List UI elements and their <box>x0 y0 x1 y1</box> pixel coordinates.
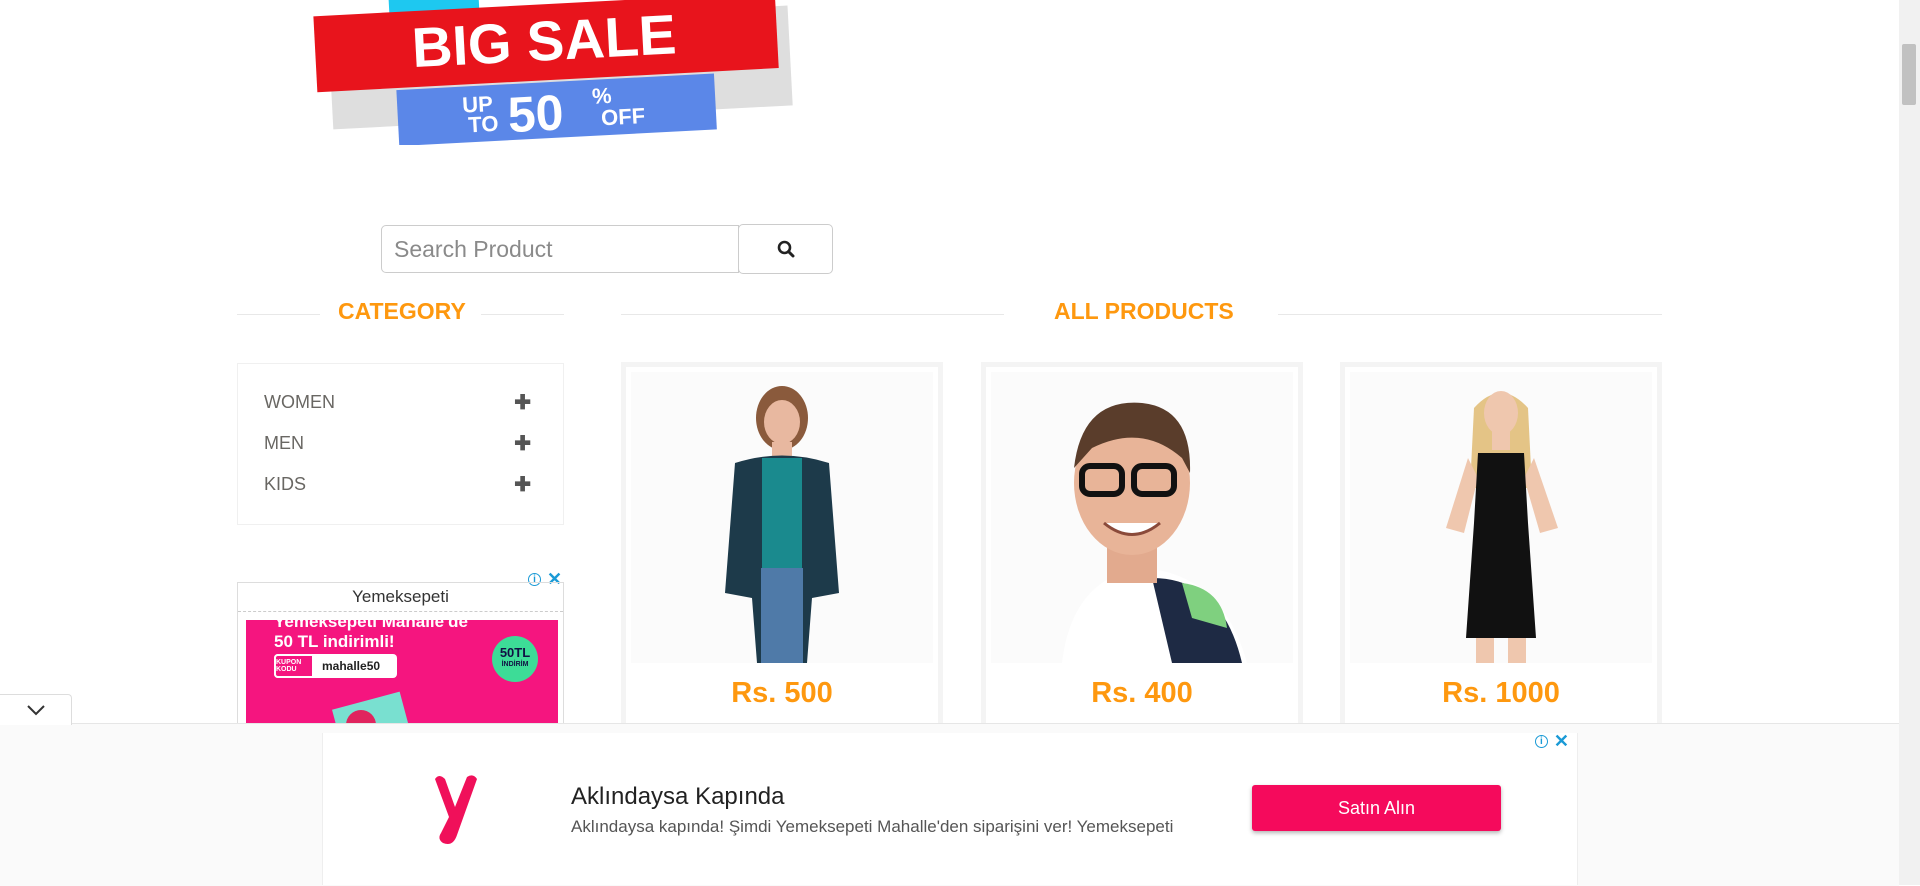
info-icon[interactable]: i <box>1534 734 1548 748</box>
svg-text:OFF: OFF <box>600 103 645 130</box>
close-icon[interactable]: ✕ <box>1554 732 1569 750</box>
product-card[interactable]: Rs. 500 <box>621 362 943 732</box>
yemeksepeti-logo-icon <box>435 775 477 844</box>
buy-button[interactable]: Satın Alın <box>1252 785 1501 831</box>
ad-headline-2: 50 TL indirimli! <box>274 632 395 651</box>
product-price: Rs. 400 <box>1091 677 1193 709</box>
category-title: CATEGORY <box>338 297 466 324</box>
ad-description: Aklındaysa kapında! Şimdi Yemeksepeti Ma… <box>571 817 1174 836</box>
coupon-box: KUPON KODU mahalle50 <box>274 654 397 678</box>
divider <box>481 314 564 315</box>
discount-badge: 50TL İNDİRİM <box>492 636 538 682</box>
side-ad-creative[interactable]: Yemeksepeti Mahalle'de 50 TL indirimli! … <box>246 612 558 725</box>
search-icon <box>777 240 794 258</box>
all-products-title: ALL PRODUCTS <box>1054 297 1234 324</box>
ad-headline-1: Yemeksepeti Mahalle'de <box>274 612 468 631</box>
ad-title[interactable]: Aklındaysa Kapında <box>571 783 784 811</box>
product-card[interactable]: Rs. 1000 <box>1340 362 1662 732</box>
big-sale-banner: BIG SALE UP TO 50 % OFF <box>313 0 793 145</box>
scrollbar-thumb[interactable] <box>1902 44 1916 105</box>
collapse-ad-button[interactable] <box>0 694 72 725</box>
product-image[interactable] <box>991 372 1293 663</box>
plus-icon[interactable]: ✚ <box>514 390 531 415</box>
divider <box>237 314 320 315</box>
product-card[interactable]: Rs. 400 <box>981 362 1303 732</box>
category-item-kids[interactable]: KIDS ✚ <box>264 469 531 499</box>
man-glasses-image <box>1062 402 1247 663</box>
scrollbar[interactable] <box>1899 0 1920 885</box>
product-image[interactable] <box>1350 372 1652 663</box>
plus-icon[interactable]: ✚ <box>514 431 531 456</box>
divider <box>621 314 1004 315</box>
category-item-women[interactable]: WOMEN ✚ <box>264 387 531 417</box>
svg-text:TO: TO <box>468 111 499 138</box>
search-bar <box>381 224 833 274</box>
woman-black-dress-image <box>1446 391 1558 663</box>
coupon-label: KUPON KODU <box>274 654 314 678</box>
category-list: WOMEN ✚ MEN ✚ KIDS ✚ <box>237 363 564 525</box>
chevron-down-icon <box>26 705 45 716</box>
category-item-men[interactable]: MEN ✚ <box>264 428 531 458</box>
plus-icon[interactable]: ✚ <box>514 472 531 497</box>
search-input[interactable] <box>381 225 739 273</box>
ad-controls: i ✕ <box>1534 732 1569 750</box>
side-ad[interactable]: Yemeksepeti Yemeksepeti Mahalle'de 50 TL… <box>237 582 564 725</box>
woman-casual-image <box>725 386 839 663</box>
product-price: Rs. 1000 <box>1442 677 1560 709</box>
banner-discount: 50 <box>506 84 564 143</box>
divider <box>1278 314 1662 315</box>
product-image[interactable] <box>631 372 933 663</box>
product-price: Rs. 500 <box>731 677 833 709</box>
search-button[interactable] <box>738 224 833 274</box>
coupon-code: mahalle50 <box>322 659 381 673</box>
bottom-ad[interactable]: i ✕ Aklındaysa Kapında Aklındaysa kapınd… <box>322 732 1578 885</box>
ad-advertiser: Yemeksepeti <box>238 583 563 612</box>
